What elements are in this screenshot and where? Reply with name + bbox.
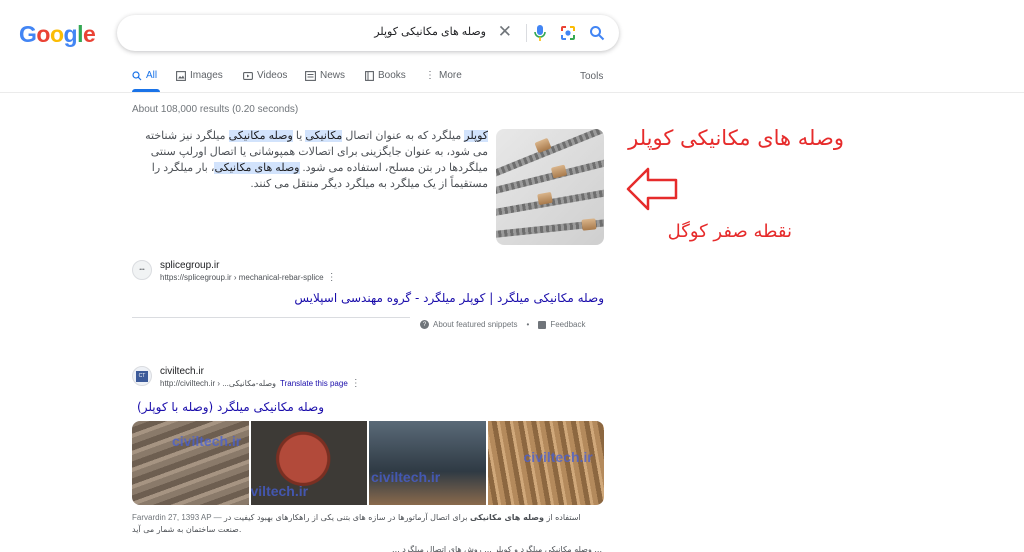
news-icon xyxy=(305,70,316,81)
snippet-highlight: کوپلر xyxy=(464,130,488,142)
header-divider xyxy=(0,92,1024,93)
image-watermark: civiltech.ir xyxy=(523,449,593,465)
about-snippets-link[interactable]: About featured snippets xyxy=(433,320,518,329)
logo-letter: G xyxy=(19,21,37,47)
featured-snippet-text: کوپلر میلگرد که به عنوان اتصال مکانیکی ی… xyxy=(128,128,488,192)
tab-more[interactable]: ⋮ More xyxy=(425,70,462,81)
annotation-subtitle: نقطه صفر کوگل xyxy=(667,221,792,242)
site-favicon: CT xyxy=(132,366,152,386)
video-icon xyxy=(243,71,253,80)
google-logo[interactable]: Google xyxy=(19,21,96,48)
left-arrow-icon xyxy=(626,167,678,211)
more-vert-icon: ⋮ xyxy=(425,70,435,81)
snippet-text: استفاده از xyxy=(543,513,581,522)
site-url: https://splicegroup.ir › mechanical-reba… xyxy=(160,272,337,283)
search-icon[interactable] xyxy=(589,25,605,41)
feedback-link[interactable]: Feedback xyxy=(550,320,585,329)
search-icon xyxy=(132,70,142,80)
gallery-image[interactable]: viltech.ir xyxy=(250,421,367,505)
image-icon xyxy=(176,70,186,81)
tab-videos[interactable]: Videos xyxy=(243,70,287,81)
search-tabs: All Images Videos News Books ⋮ More xyxy=(132,70,607,84)
mic-icon[interactable] xyxy=(532,24,548,42)
snippet-bold: وصله های مکانیکی xyxy=(470,513,544,522)
result-title[interactable]: وصله مکانیکی میلگرد (وصله با کوپلر) xyxy=(137,400,324,414)
site-url: http://civiltech.ir › ...وصله-مکانیکی Tra… xyxy=(160,378,361,389)
search-input[interactable]: وصله های مکانیکی کوپلر xyxy=(374,25,486,38)
site-name: splicegroup.ir xyxy=(160,260,220,271)
search-divider xyxy=(526,24,527,42)
logo-letter: e xyxy=(82,21,96,47)
snippet-footer: ? About featured snippets • Feedback xyxy=(420,320,585,329)
tab-label: Images xyxy=(190,70,223,81)
translate-link[interactable]: Translate this page xyxy=(280,379,348,388)
snippet-divider xyxy=(132,317,410,318)
tab-news[interactable]: News xyxy=(305,70,345,81)
gallery-image[interactable]: civiltech.ir xyxy=(132,421,249,505)
feedback-icon xyxy=(538,320,547,329)
site-name: civiltech.ir xyxy=(160,366,204,377)
tab-label: More xyxy=(439,70,462,81)
logo-letter: o xyxy=(36,21,50,47)
image-gallery: civiltech.ir viltech.ir civiltech.ir civ… xyxy=(132,421,604,505)
gallery-image[interactable]: civiltech.ir xyxy=(369,421,486,505)
site-favicon: ••• xyxy=(132,260,152,280)
featured-result-title[interactable]: وصله مکانیکی میلگرد | کوپلر میلگرد - گرو… xyxy=(294,291,604,305)
tools-button[interactable]: Tools xyxy=(580,71,603,82)
search-box[interactable]: وصله های مکانیکی کوپلر ✕ xyxy=(117,15,619,51)
featured-snippet-image[interactable] xyxy=(496,129,604,245)
tab-label: Books xyxy=(378,70,406,81)
book-icon xyxy=(365,70,374,81)
featured-source[interactable]: ••• splicegroup.ir https://splicegroup.i… xyxy=(132,260,337,283)
result-snippet: Farvardin 27, 1393 AP — استفاده از وصله … xyxy=(132,512,602,536)
site-url-text: https://splicegroup.ir › mechanical-reba… xyxy=(160,273,324,282)
close-icon[interactable]: ✕ xyxy=(498,22,512,42)
result-source[interactable]: CT civiltech.ir http://civiltech.ir › ..… xyxy=(132,366,361,389)
gallery-image[interactable]: civiltech.ir xyxy=(487,421,604,505)
image-watermark: civiltech.ir xyxy=(371,469,441,485)
cut-off-line: ... وصله مکانیکی میلگرد و کوپلر ... روش … xyxy=(392,545,602,552)
tab-label: Videos xyxy=(257,70,288,81)
snippet-text: یا xyxy=(292,130,306,142)
result-stats: About 108,000 results (0.20 seconds) xyxy=(132,104,299,115)
tab-images[interactable]: Images xyxy=(176,70,223,81)
snippet-highlight: وصله های مکانیکی xyxy=(214,162,300,174)
separator-dot: • xyxy=(526,320,530,329)
logo-letter: g xyxy=(63,21,78,47)
tab-label: All xyxy=(146,70,158,81)
snippet-highlight: مکانیکی xyxy=(305,130,343,142)
more-vert-icon[interactable]: ⋮ xyxy=(327,272,337,283)
snippet-highlight: وصله مکانیکی xyxy=(228,130,293,142)
logo-letter: o xyxy=(49,21,64,47)
tab-books[interactable]: Books xyxy=(365,70,406,81)
help-icon: ? xyxy=(420,320,429,329)
tab-all[interactable]: All xyxy=(132,70,157,81)
more-vert-icon[interactable]: ⋮ xyxy=(351,378,361,389)
image-watermark: civiltech.ir xyxy=(172,433,242,449)
annotation-title: وصله های مکانیکی کوپلر xyxy=(628,126,844,150)
site-url-text: http://civiltech.ir › ...وصله-مکانیکی xyxy=(160,379,277,388)
result-date: Farvardin 27, 1393 AP — xyxy=(132,513,222,522)
image-watermark: viltech.ir xyxy=(250,483,309,499)
tab-label: News xyxy=(320,70,346,81)
snippet-text: میلگرد که به عنوان اتصال xyxy=(342,130,465,142)
google-lens-icon[interactable] xyxy=(560,25,576,41)
